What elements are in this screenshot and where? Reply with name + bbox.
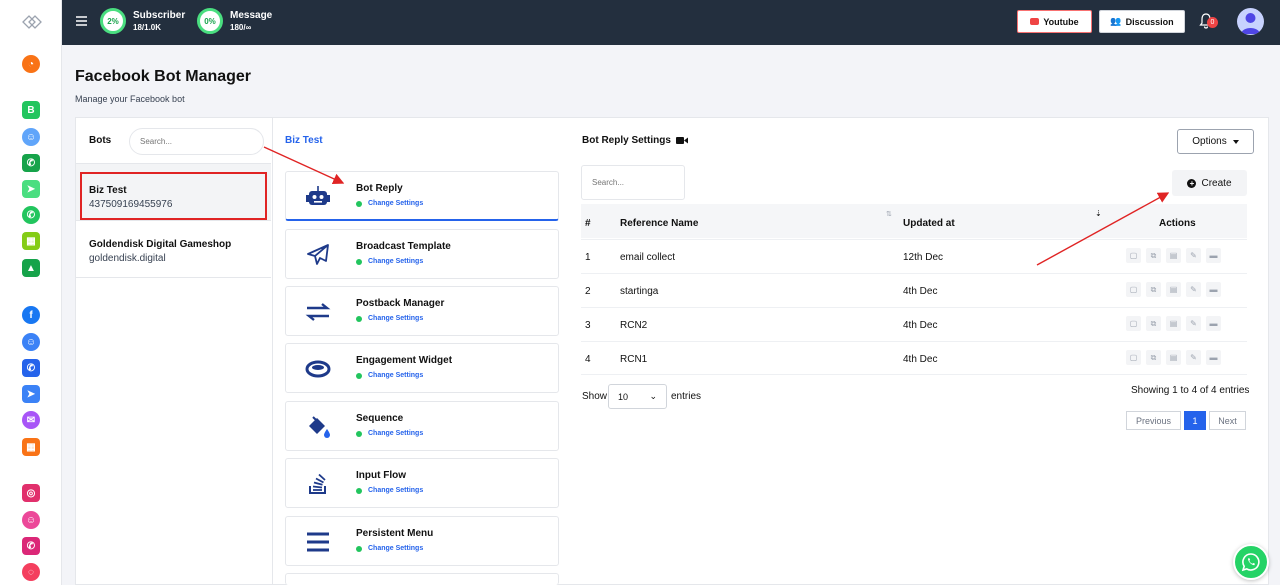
whatsapp-icon [1241, 553, 1260, 572]
annotation-arrows [263, 146, 1170, 266]
annotation-arrow [1036, 192, 1170, 266]
whatsapp-chat-button[interactable] [1233, 544, 1269, 580]
annotation-arrow [263, 146, 345, 185]
